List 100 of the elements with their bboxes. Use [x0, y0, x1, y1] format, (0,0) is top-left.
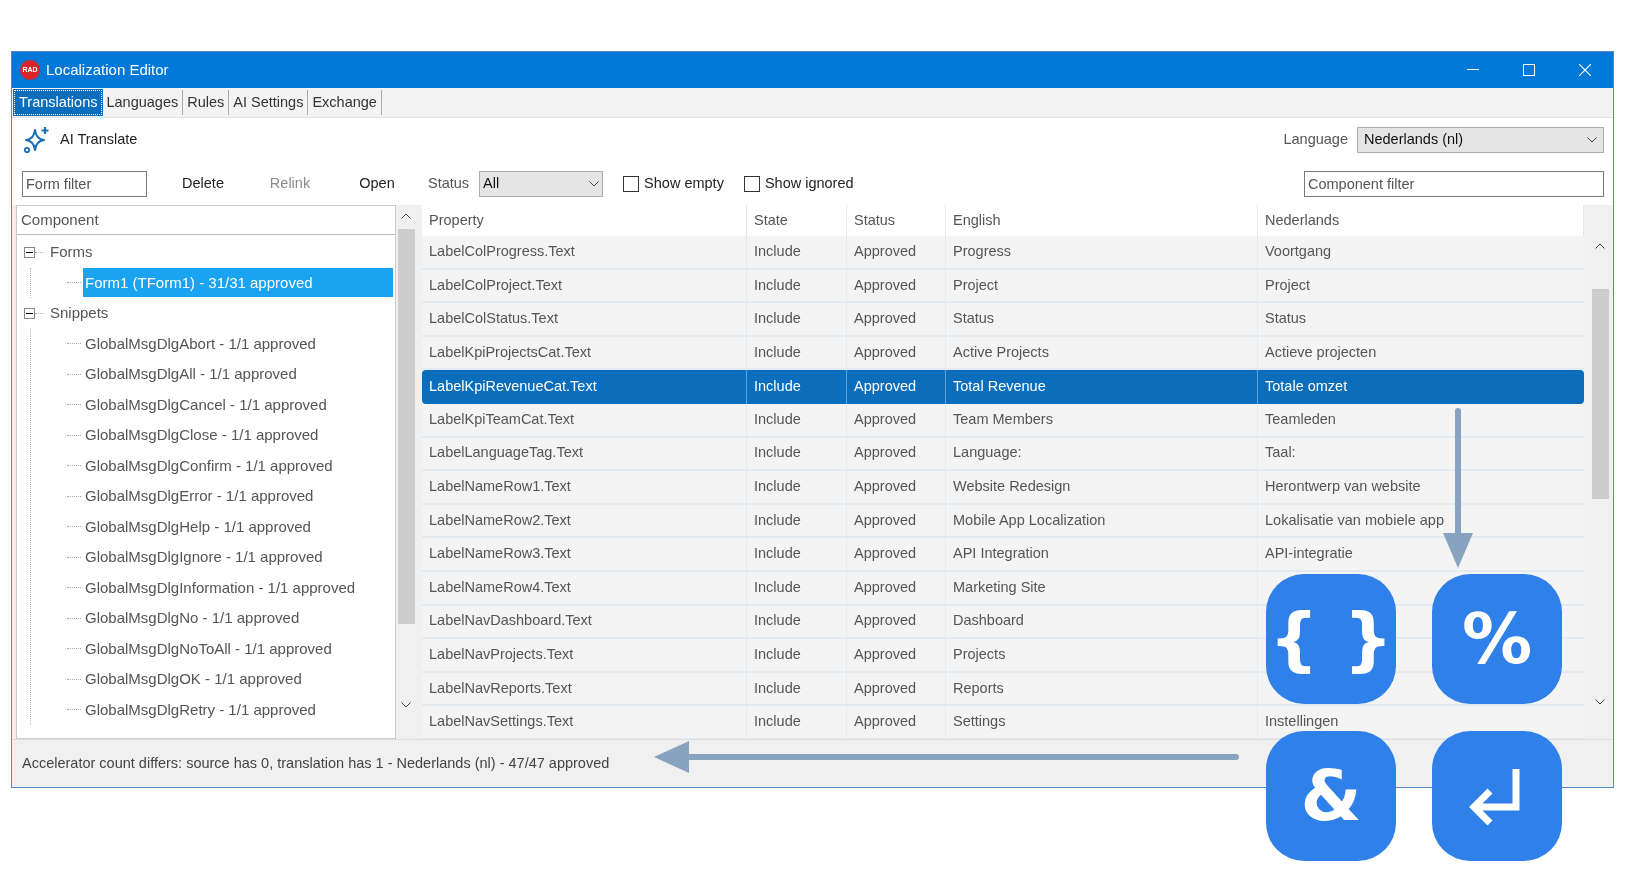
tree-item[interactable]: GlobalMsgDlgOK - 1/1 approved: [83, 664, 304, 694]
table-cell: Include: [747, 538, 847, 570]
tree-item[interactable]: GlobalMsgDlgError - 1/1 approved: [83, 481, 316, 511]
table-cell: Dashboard: [946, 605, 1258, 638]
tab[interactable]: Exchange: [308, 90, 382, 115]
table-row[interactable]: LabelNameRow2.Text Include Approved Mobile App Localization Lokalisatie van mobiele app: [422, 504, 1584, 539]
chevron-down-icon: [1587, 137, 1597, 143]
tree-item[interactable]: GlobalMsgDlgRetry - 1/1 approved: [83, 695, 318, 725]
table-cell: Include: [747, 370, 847, 404]
table-cell: Project: [946, 269, 1258, 302]
table-cell: Include: [747, 571, 847, 604]
toolbar-button[interactable]: Delete: [172, 170, 234, 197]
table-row[interactable]: LabelColStatus.Text Include Approved Status Status: [422, 303, 1584, 337]
table-cell: Marketing Site: [946, 571, 1258, 604]
scroll-up-icon: [1595, 243, 1605, 249]
table-cell: Approved: [847, 571, 946, 604]
tree-item[interactable]: GlobalMsgDlgNo - 1/1 approved: [83, 603, 302, 633]
table-row[interactable]: LabelLanguageTag.Text Include Approved Language: Taal:: [422, 437, 1584, 472]
checkbox-box[interactable]: [743, 175, 760, 192]
table-cell: Include: [747, 303, 847, 335]
table-cell: Approved: [847, 639, 946, 671]
tab[interactable]: Languages: [102, 90, 184, 115]
column-header: Component: [17, 206, 395, 235]
table-cell: Include: [747, 437, 847, 470]
table-cell-text: Project: [1264, 275, 1312, 295]
tree-item[interactable]: GlobalMsgDlgConfirm - 1/1 approved: [83, 451, 335, 481]
table-row[interactable]: LabelKpiTeamCat.Text Include Approved Team Members Teamleden: [422, 403, 1584, 438]
table-row[interactable]: LabelColProject.Text Include Approved Project Project: [422, 269, 1584, 304]
checkbox-box[interactable]: [623, 175, 640, 192]
table-cell: Approved: [847, 706, 946, 738]
form-filter-field[interactable]: Form filter: [22, 170, 147, 197]
tree-item[interactable]: Snippets: [48, 298, 111, 328]
table-cell: Approved: [847, 437, 946, 470]
symbol-badge: { }: [1266, 574, 1396, 704]
table-cell-text: Teamleden: [1264, 409, 1337, 429]
table-row[interactable]: LabelKpiRevenueCat.Text Include Approved Total Revenue Totale omzet: [422, 370, 1584, 404]
table-cell: Include: [747, 504, 847, 537]
table-cell: LabelLanguageTag.Text: [422, 437, 747, 470]
collapse-icon[interactable]: [24, 307, 35, 319]
tree-item[interactable]: GlobalMsgDlgClose - 1/1 approved: [83, 420, 321, 450]
tree-item[interactable]: Forms: [48, 237, 95, 267]
tree-item[interactable]: GlobalMsgDlgAll - 1/1 approved: [83, 359, 299, 389]
tree-item[interactable]: GlobalMsgDlgInformation - 1/1 approved: [83, 573, 358, 603]
table-cell: Approved: [847, 605, 946, 638]
window-title: Localization Editor: [46, 59, 169, 80]
table-cell: Approved: [847, 269, 946, 302]
table-cell: LabelKpiTeamCat.Text: [422, 403, 747, 436]
table-cell: Projects: [946, 639, 1258, 671]
tree-item[interactable]: GlobalMsgDlgIgnore - 1/1 approved: [83, 542, 325, 572]
table-cell: Include: [747, 403, 847, 436]
status-dropdown[interactable]: All: [479, 170, 604, 197]
table-cell: Approved: [847, 672, 946, 705]
component-filter-field[interactable]: Component filter: [1304, 170, 1604, 197]
table-cell: Include: [747, 672, 847, 705]
table-row[interactable]: LabelNameRow1.Text Include Approved Website Redesign Herontwerp van website: [422, 471, 1584, 505]
tab[interactable]: Translations: [14, 90, 103, 115]
collapse-icon[interactable]: [24, 246, 35, 258]
table-cell: Approved: [847, 370, 946, 404]
table-cell: LabelColStatus.Text: [422, 303, 747, 335]
table-cell: Approved: [847, 471, 946, 503]
tree-item[interactable]: GlobalMsgDlgNoToAll - 1/1 approved: [83, 634, 334, 664]
table-cell: Active Projects: [946, 336, 1258, 369]
table-cell: Include: [747, 336, 847, 369]
tree-item[interactable]: GlobalMsgDlgCancel - 1/1 approved: [83, 390, 329, 420]
table-cell-text: Instellingen: [1264, 712, 1340, 732]
table-row[interactable]: LabelColProgress.Text Include Approved Progress Voortgang: [422, 236, 1584, 270]
checkbox[interactable]: Show ignored: [743, 172, 854, 195]
table-cell: Progress: [946, 236, 1258, 268]
tab[interactable]: AI Settings: [229, 90, 309, 115]
table-cell: LabelNavProjects.Text: [422, 639, 747, 671]
status-label: Status: [428, 173, 470, 193]
table-cell: Website Redesign: [946, 471, 1258, 503]
table-cell: Reports: [946, 672, 1258, 705]
table-cell-text: Herontwerp van website: [1264, 477, 1422, 497]
toolbar-button[interactable]: Open: [346, 170, 408, 197]
table-cell: Approved: [847, 538, 946, 570]
table-cell: Include: [747, 605, 847, 638]
status-message: Accelerator count differs: source has 0, translation has 1 - Nederlands (nl) - 47/47 approved: [22, 753, 610, 773]
table-cell: LabelKpiProjectsCat.Text: [422, 336, 747, 369]
table-cell-text: API-integratie: [1264, 544, 1354, 564]
table-cell: Approved: [847, 236, 946, 268]
tree-item[interactable]: GlobalMsgDlgAbort - 1/1 approved: [83, 329, 318, 359]
table-cell: LabelNameRow1.Text: [422, 471, 747, 503]
table-cell: LabelNameRow4.Text: [422, 571, 747, 604]
column-header: Nederlands: [1258, 205, 1584, 236]
column-header: Property: [422, 205, 747, 236]
tree-item[interactable]: GlobalMsgDlgHelp - 1/1 approved: [83, 512, 313, 542]
table-cell: Status: [946, 303, 1258, 335]
table-cell: Language:: [946, 437, 1258, 470]
table-cell: LabelColProgress.Text: [422, 236, 747, 268]
table-cell: Approved: [847, 336, 946, 369]
symbol-badge: %: [1432, 574, 1562, 704]
symbol-badge: &: [1266, 731, 1396, 861]
ai-translate-button[interactable]: AI Translate: [22, 125, 138, 155]
scroll-down-icon: [401, 702, 411, 708]
close-icon: [1579, 64, 1591, 76]
scroll-up-icon: [401, 213, 411, 219]
language-dropdown[interactable]: Nederlands (nl): [1357, 127, 1604, 153]
checkbox[interactable]: Show empty: [623, 172, 724, 195]
tab[interactable]: Rules: [183, 90, 230, 115]
